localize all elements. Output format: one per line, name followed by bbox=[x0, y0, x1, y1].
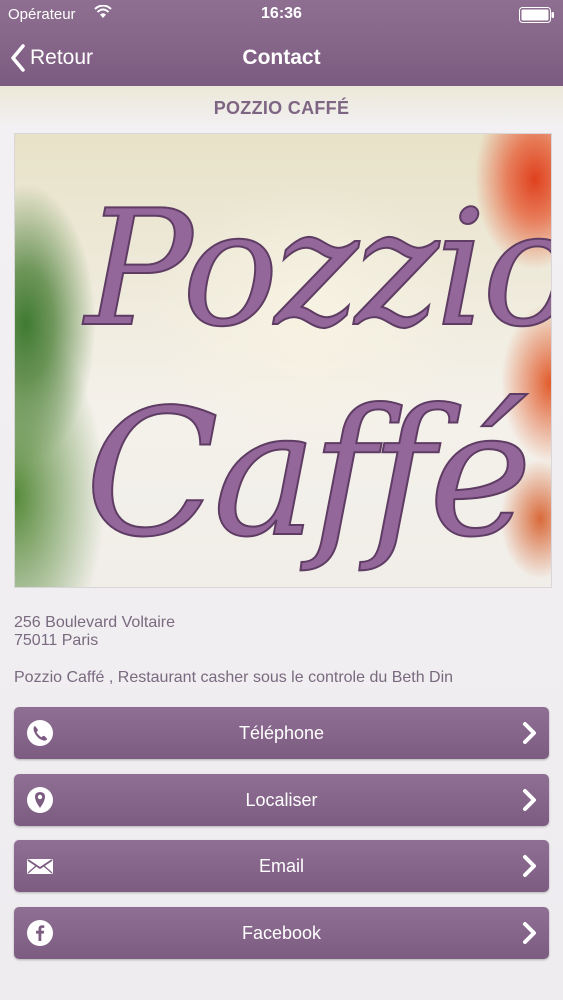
logo-text-line2: Caffé bbox=[85, 373, 528, 576]
phone-button-label: Téléphone bbox=[238, 723, 325, 743]
venue-logo-image: Pozzio Caffé bbox=[14, 133, 552, 588]
navigation-header: Opérateur 16:36 Retour Contact bbox=[0, 0, 563, 86]
logo-artwork: Pozzio Caffé bbox=[81, 174, 551, 577]
status-bar: Opérateur 16:36 bbox=[0, 0, 563, 30]
battery-icon bbox=[519, 7, 554, 23]
locate-button[interactable]: Localiser bbox=[14, 774, 549, 826]
phone-button[interactable]: Téléphone bbox=[14, 707, 549, 759]
email-button-label: Email bbox=[258, 856, 304, 876]
locate-button-label: Localiser bbox=[245, 790, 318, 810]
address-city: 75011 Paris bbox=[14, 632, 99, 649]
venue-description: Pozzio Caffé , Restaurant casher sous le… bbox=[14, 669, 454, 686]
address-street: 256 Boulevard Voltaire bbox=[14, 614, 175, 631]
facebook-button-label: Facebook bbox=[241, 923, 322, 943]
chevron-right-icon bbox=[523, 922, 536, 944]
logo-text-line1: Pozzio bbox=[82, 175, 551, 362]
venue-address: 256 Boulevard Voltaire 75011 Paris bbox=[14, 614, 175, 650]
page-title: Contact bbox=[242, 46, 321, 69]
content-area: POZZIO CAFFÉ Pozzio Caffé 256 Boulevard … bbox=[0, 86, 563, 1000]
chevron-right-icon bbox=[523, 855, 536, 877]
venue-title: POZZIO CAFFÉ bbox=[213, 98, 350, 118]
status-time: 16:36 bbox=[261, 5, 302, 22]
chevron-right-icon bbox=[523, 789, 536, 811]
email-button[interactable]: Email bbox=[14, 840, 549, 892]
chevron-right-icon bbox=[523, 722, 536, 744]
facebook-button[interactable]: Facebook bbox=[14, 907, 549, 959]
